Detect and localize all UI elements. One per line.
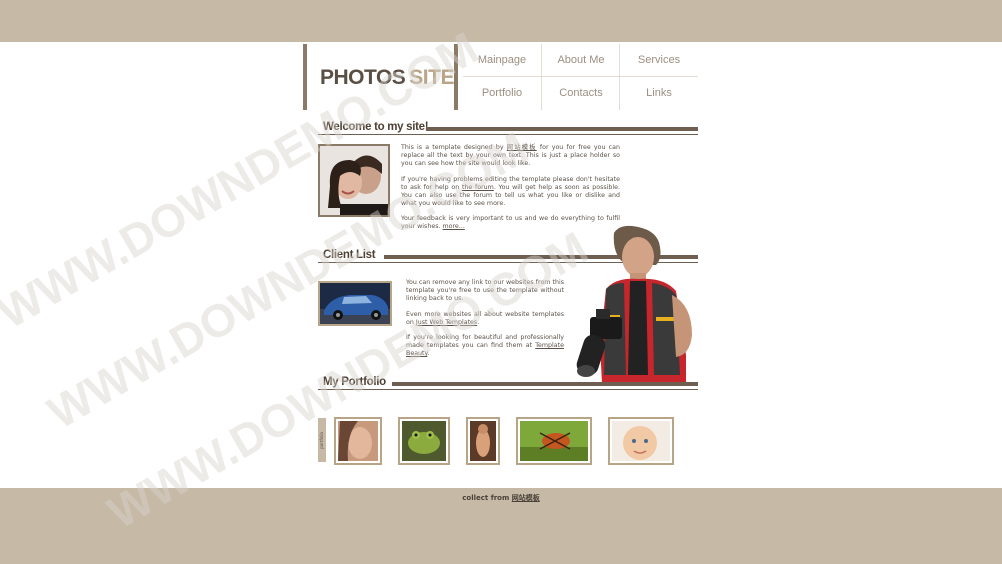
portfolio-thumb-5[interactable] xyxy=(608,417,674,465)
nav-portfolio[interactable]: Portfolio xyxy=(463,77,541,109)
footer-link[interactable]: 网站模板 xyxy=(512,494,540,502)
logo-text: PHOTOS SITE xyxy=(320,66,454,90)
frog-image xyxy=(402,421,446,461)
portfolio-title: My Portfolio xyxy=(323,376,386,388)
logo-word-site: SITE xyxy=(409,66,454,89)
logo-left-bar xyxy=(303,44,307,110)
welcome-title: Welcome to my site! xyxy=(323,121,429,133)
top-band xyxy=(0,0,1002,42)
site-logo[interactable]: PHOTOS SITE xyxy=(303,44,458,110)
nav-mainpage[interactable]: Mainpage xyxy=(463,44,541,76)
nav-contacts[interactable]: Contacts xyxy=(542,77,620,109)
couple-photo xyxy=(320,146,388,215)
heading-bar xyxy=(426,127,698,131)
designer-link[interactable]: 网站模板 xyxy=(507,144,537,151)
footer-text: collect from 网站模板 xyxy=(462,494,540,502)
welcome-paragraph-2: If you're having problems editing the te… xyxy=(401,175,620,207)
nav-about-me[interactable]: About Me xyxy=(542,44,620,76)
forum-link[interactable]: the forum xyxy=(462,184,494,191)
car-photo xyxy=(320,283,390,324)
portfolio-side-label: portfolio xyxy=(319,432,324,449)
portrait-woman-image xyxy=(338,421,378,461)
portfolio-side-tab[interactable]: portfolio xyxy=(318,418,326,462)
heading-underline xyxy=(318,134,698,135)
couple-photo-frame xyxy=(318,144,390,217)
insect-image xyxy=(520,421,588,461)
logo-word-photos: PHOTOS xyxy=(320,66,406,89)
heading-underline xyxy=(318,389,698,390)
heading-bar xyxy=(392,382,698,386)
welcome-heading: Welcome to my site! xyxy=(318,121,698,136)
portfolio-heading: My Portfolio xyxy=(318,376,698,391)
nav-links[interactable]: Links xyxy=(620,77,698,109)
portfolio-thumb-2[interactable] xyxy=(398,417,450,465)
clients-text: You can remove any link to our websites … xyxy=(406,279,564,366)
clients-paragraph-2: Even more websites all about website tem… xyxy=(406,310,564,326)
welcome-paragraph-1: This is a template designed by 网站模板 for … xyxy=(401,144,620,167)
car-photo-frame xyxy=(318,281,392,326)
portfolio-thumb-3[interactable] xyxy=(466,417,500,465)
just-web-templates-link[interactable]: Just Web Templates xyxy=(416,319,477,326)
logo-right-bar xyxy=(454,44,458,110)
main-nav: Mainpage About Me Services Portfolio Con… xyxy=(463,44,698,110)
clients-paragraph-3: If you're looking for beautiful and prof… xyxy=(406,334,564,357)
portfolio-thumb-4[interactable] xyxy=(516,417,592,465)
clients-title: Client List xyxy=(323,249,376,261)
nav-services[interactable]: Services xyxy=(620,44,698,76)
clients-paragraph-1: You can remove any link to our websites … xyxy=(406,279,564,302)
more-link[interactable]: more... xyxy=(443,223,465,230)
photographer-image xyxy=(576,225,692,383)
portfolio-thumb-1[interactable] xyxy=(334,417,382,465)
baby-image xyxy=(612,421,670,461)
figure-image xyxy=(470,421,496,461)
